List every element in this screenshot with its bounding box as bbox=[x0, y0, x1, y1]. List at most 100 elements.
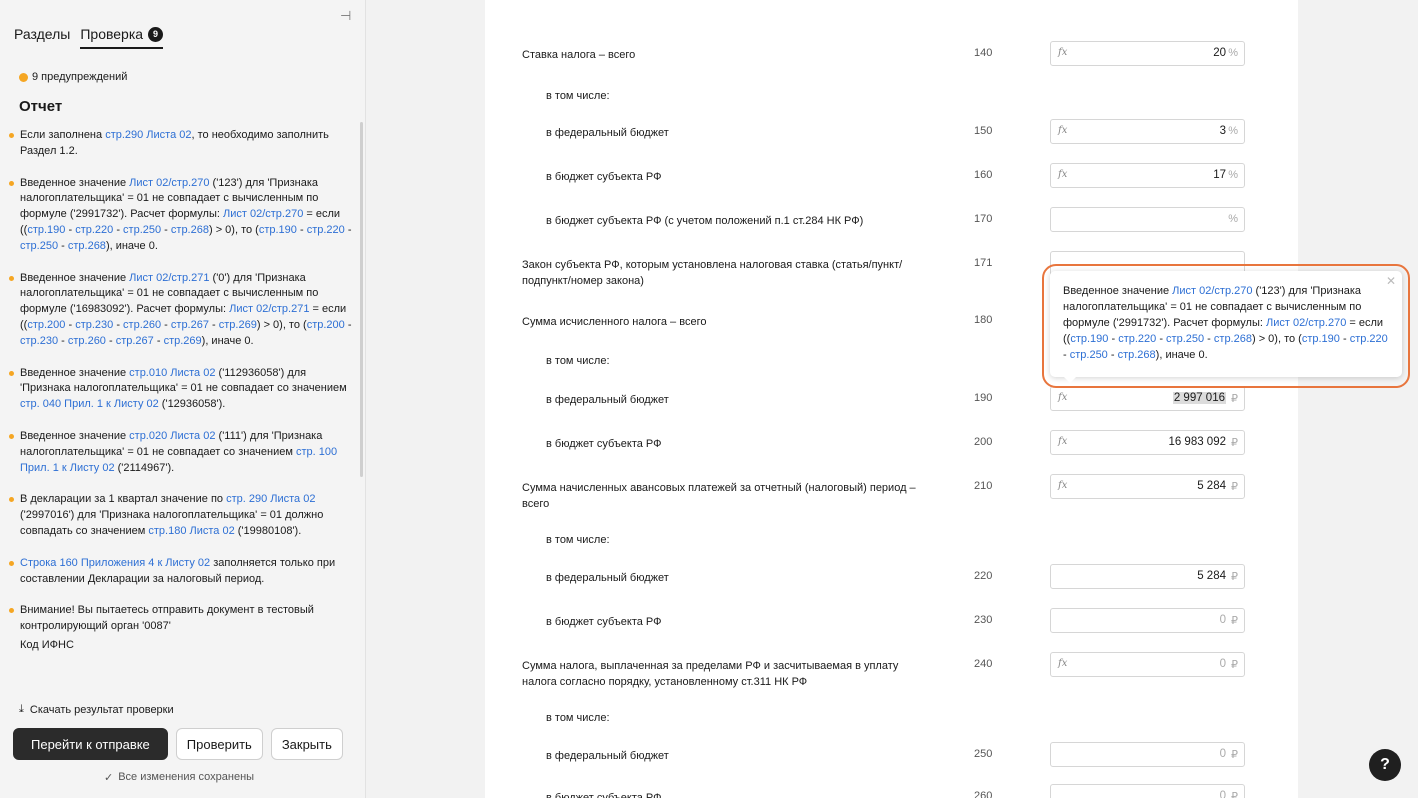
formula-link[interactable]: стр. 290 Листа 02 bbox=[226, 493, 315, 505]
row-code: 220 bbox=[974, 570, 993, 582]
row-code: 171 bbox=[974, 257, 993, 269]
formula-link[interactable]: Лист 02/стр.271 bbox=[229, 303, 309, 315]
formula-link[interactable]: стр.020 Листа 02 bbox=[129, 430, 215, 442]
field-unit: ₽ bbox=[1231, 437, 1238, 449]
row-code: 180 bbox=[974, 314, 993, 326]
close-icon[interactable]: ✕ bbox=[1386, 273, 1396, 289]
field-value: 20 bbox=[1213, 47, 1226, 59]
formula-link[interactable]: стр.268 bbox=[68, 240, 106, 252]
formula-link[interactable]: стр.190 bbox=[1070, 333, 1108, 345]
formula-link[interactable]: стр.180 Листа 02 bbox=[148, 525, 234, 537]
value-field[interactable]: % bbox=[1050, 207, 1245, 232]
close-button[interactable]: Закрыть bbox=[270, 728, 343, 760]
value-field[interactable]: 0 ₽ bbox=[1050, 742, 1245, 767]
formula-link[interactable]: стр.268 bbox=[1118, 349, 1156, 361]
formula-link[interactable]: стр.010 Листа 02 bbox=[129, 367, 215, 379]
formula-link[interactable]: стр.250 bbox=[1166, 333, 1204, 345]
formula-link[interactable]: стр.230 bbox=[20, 335, 58, 347]
row-label: Закон субъекта РФ, которым установлена н… bbox=[522, 259, 903, 287]
value-field[interactable]: fx 2 997 016 ₽ bbox=[1050, 386, 1245, 411]
value-field[interactable]: 0 ₽ bbox=[1050, 608, 1245, 633]
tab-check[interactable]: Проверка 9 bbox=[80, 26, 164, 49]
field-value: 16 983 092 bbox=[1168, 436, 1226, 448]
formula-link[interactable]: стр.230 bbox=[75, 319, 113, 331]
formula-link[interactable]: стр.190 bbox=[259, 224, 297, 236]
formula-link[interactable]: стр.250 bbox=[123, 224, 161, 236]
check-button[interactable]: Проверить bbox=[175, 728, 263, 760]
value-field[interactable]: fx 0 ₽ bbox=[1050, 652, 1245, 677]
formula-link[interactable]: Лист 02/стр.270 bbox=[1172, 285, 1252, 297]
sidebar-scrollbar[interactable] bbox=[360, 122, 363, 477]
formula-link[interactable]: стр.260 bbox=[68, 335, 106, 347]
formula-link[interactable]: Лист 02/стр.270 bbox=[129, 177, 209, 189]
help-button[interactable]: ? bbox=[1369, 749, 1401, 781]
sidebar-tabs: Разделы Проверка 9 bbox=[14, 26, 164, 49]
row-code: 140 bbox=[974, 47, 993, 59]
pin-icon[interactable]: ⊣ bbox=[340, 8, 351, 24]
formula-link[interactable]: стр.190 bbox=[1302, 333, 1340, 345]
value-field[interactable]: 0 ₽ bbox=[1050, 784, 1245, 798]
message-text: ), иначе 0. bbox=[1155, 349, 1208, 361]
row-label: в федеральный бюджет bbox=[546, 572, 669, 584]
message-text: Внимание! Вы пытаетесь отправить докумен… bbox=[20, 604, 314, 633]
message-text: - bbox=[153, 334, 164, 347]
row-label: Сумма налога, выплаченная за пределами Р… bbox=[522, 660, 899, 688]
message-text: - bbox=[1156, 333, 1167, 345]
formula-icon: fx bbox=[1058, 480, 1068, 491]
formula-link[interactable]: стр.220 bbox=[1350, 333, 1388, 345]
formula-link[interactable]: стр.220 bbox=[307, 224, 345, 236]
send-button[interactable]: Перейти к отправке bbox=[13, 728, 168, 760]
row-label: в федеральный бюджет bbox=[546, 750, 669, 762]
row-label: в том числе: bbox=[546, 712, 610, 724]
formula-link[interactable]: стр.269 bbox=[164, 335, 202, 347]
value-field[interactable]: fx 16 983 092 ₽ bbox=[1050, 430, 1245, 455]
download-icon: ⤓ bbox=[19, 703, 24, 715]
field-unit: % bbox=[1228, 213, 1238, 225]
formula-link[interactable]: стр.190 bbox=[27, 224, 65, 236]
formula-link[interactable]: Лист 02/стр.270 bbox=[1266, 317, 1346, 329]
formula-link[interactable]: стр.220 bbox=[75, 224, 113, 236]
field-value: 2 997 016 bbox=[1172, 392, 1226, 404]
formula-link[interactable]: стр.290 Листа 02 bbox=[105, 129, 191, 141]
formula-link[interactable]: стр.200 bbox=[27, 319, 65, 331]
tab-sections[interactable]: Разделы bbox=[14, 26, 70, 49]
formula-link[interactable]: стр.267 bbox=[171, 319, 209, 331]
value-field[interactable]: fx 20% bbox=[1050, 41, 1245, 66]
message-text: - bbox=[1107, 349, 1118, 361]
row-label: в бюджет субъекта РФ bbox=[546, 616, 662, 628]
row-code: 240 bbox=[974, 658, 993, 670]
formula-link[interactable]: стр.220 bbox=[1118, 333, 1156, 345]
field-unit: ₽ bbox=[1231, 393, 1238, 405]
message-text: - bbox=[113, 318, 124, 331]
formula-link[interactable]: стр.250 bbox=[1070, 349, 1108, 361]
value-field[interactable]: fx 17% bbox=[1050, 163, 1245, 188]
formula-link[interactable]: стр.268 bbox=[1214, 333, 1252, 345]
row-code: 190 bbox=[974, 392, 993, 404]
download-result-link[interactable]: ⤓ Скачать результат проверки bbox=[19, 703, 174, 716]
popup-text: Введенное значение Лист 02/стр.270 ('123… bbox=[1063, 283, 1388, 363]
formula-link[interactable]: стр.250 bbox=[20, 240, 58, 252]
formula-link[interactable]: стр.260 bbox=[123, 319, 161, 331]
formula-link[interactable]: Строка 160 Приложения 4 к Листу 02 bbox=[20, 557, 210, 569]
value-field[interactable]: 5 284 ₽ bbox=[1050, 564, 1245, 589]
field-value: 17 bbox=[1213, 169, 1226, 181]
formula-icon: fx bbox=[1058, 47, 1068, 58]
formula-link[interactable]: Лист 02/стр.271 bbox=[129, 272, 209, 284]
warning-message-extra: Код ИФНС bbox=[20, 638, 74, 651]
row-code: 250 bbox=[974, 748, 993, 760]
formula-link[interactable]: стр.267 bbox=[116, 335, 154, 347]
message-text: - bbox=[208, 318, 219, 331]
message-text: Введенное значение bbox=[20, 176, 130, 189]
value-field[interactable]: fx 5 284 ₽ bbox=[1050, 474, 1245, 499]
formula-link[interactable]: Лист 02/стр.270 bbox=[223, 208, 303, 220]
formula-link[interactable]: стр.268 bbox=[171, 224, 209, 236]
field-unit: % bbox=[1228, 125, 1238, 137]
formula-icon: fx bbox=[1058, 436, 1068, 447]
formula-link[interactable]: стр.269 bbox=[219, 319, 257, 331]
row-code: 260 bbox=[974, 790, 993, 798]
formula-link[interactable]: стр. 040 Прил. 1 к Листу 02 bbox=[20, 398, 159, 410]
row-label: в бюджет субъекта РФ bbox=[546, 438, 662, 450]
value-field[interactable]: fx 3% bbox=[1050, 119, 1245, 144]
message-text: - bbox=[344, 223, 352, 236]
formula-link[interactable]: стр.200 bbox=[307, 319, 345, 331]
